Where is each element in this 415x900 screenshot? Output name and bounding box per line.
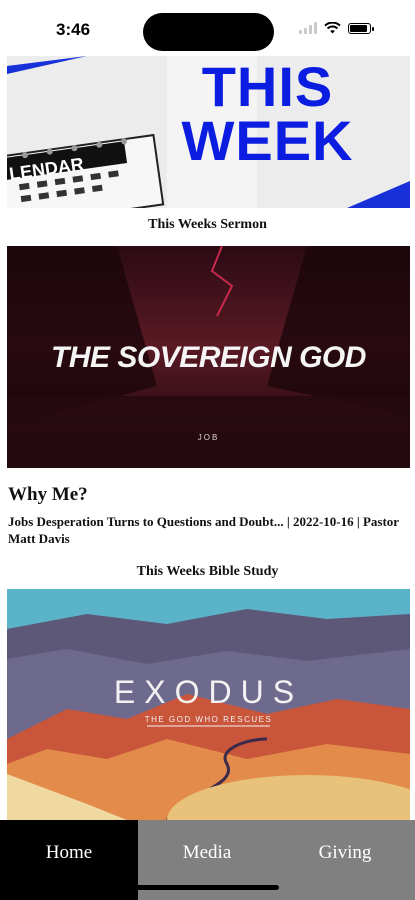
title-line-1: THIS: [201, 56, 334, 118]
tab-giving[interactable]: Giving: [276, 820, 414, 900]
dynamic-island: [143, 13, 274, 51]
sermon-graphic-subtitle: JOB: [197, 433, 220, 442]
sermon-graphic-title: THE SOVEREIGN GOD: [51, 341, 366, 374]
this-week-title: THIS WEEK: [125, 56, 410, 172]
status-icons: [299, 22, 374, 34]
home-indicator[interactable]: [135, 885, 279, 890]
sermon-details: Jobs Desperation Turns to Questions and …: [8, 514, 399, 546]
home-scroll-content[interactable]: LENDAR THIS WEEK This Weeks Sermon THE S…: [0, 56, 415, 820]
battery-icon: [348, 22, 374, 34]
bible-study-graphic-subtitle: THE GOD WHO RESCUES: [144, 715, 273, 724]
title-line-2: WEEK: [181, 109, 354, 172]
sermon-section-heading: This Weeks Sermon: [148, 217, 267, 232]
sermon-title[interactable]: Why Me?: [8, 484, 88, 506]
sermon-thumbnail[interactable]: THE SOVEREIGN GOD JOB: [7, 246, 410, 468]
bible-study-graphic-title: EXODUS: [113, 674, 304, 710]
bible-study-thumbnail[interactable]: EXODUS THE GOD WHO RESCUES: [7, 589, 410, 820]
status-time: 3:46: [56, 20, 91, 39]
wifi-icon: [324, 22, 341, 34]
cellular-signal-icon: [299, 22, 317, 34]
tab-home[interactable]: Home: [0, 820, 138, 900]
this-week-banner: LENDAR THIS WEEK: [7, 56, 410, 208]
bible-study-section-heading: This Weeks Bible Study: [136, 564, 279, 579]
status-bar: 3:46: [0, 0, 415, 56]
